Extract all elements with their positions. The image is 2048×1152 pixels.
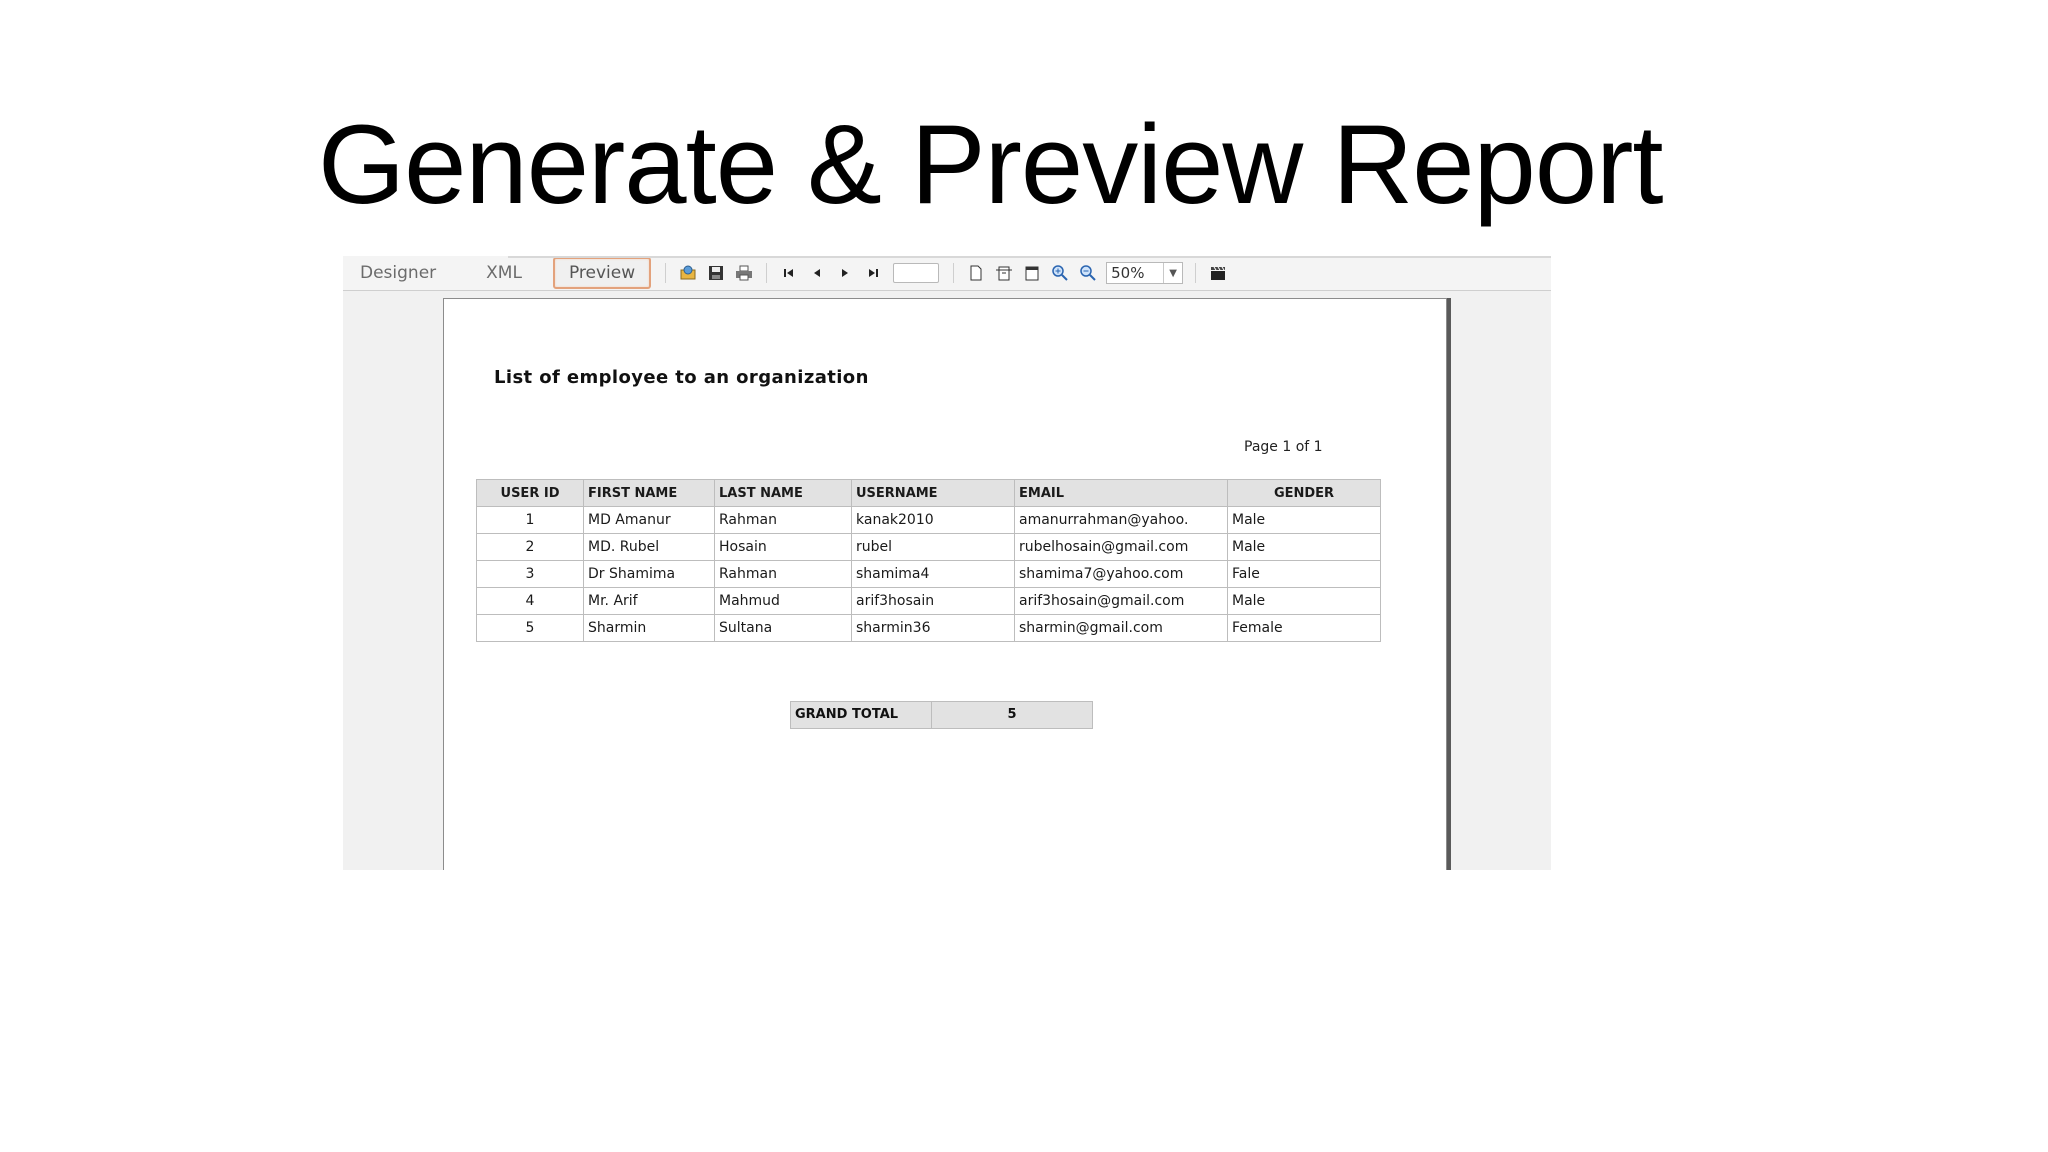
fit-width-icon[interactable] bbox=[993, 262, 1015, 284]
column-header: USERNAME bbox=[851, 479, 1015, 507]
table-cell: 4 bbox=[476, 587, 584, 615]
table-cell: rubel bbox=[851, 533, 1015, 561]
zoom-select[interactable]: 50% ▼ bbox=[1106, 262, 1184, 284]
table-cell: 3 bbox=[476, 560, 584, 588]
table-cell: Dr Shamima bbox=[583, 560, 715, 588]
tab-xml[interactable]: XML bbox=[471, 258, 537, 288]
zoom-out-icon[interactable] bbox=[1077, 262, 1099, 284]
table-cell: amanurrahman@yahoo. bbox=[1014, 506, 1228, 534]
page-number-input[interactable] bbox=[893, 263, 940, 283]
table-row: 5 Sharmin Sultana sharmin36 sharmin@gmai… bbox=[476, 614, 1381, 642]
toolbar-separator bbox=[1195, 263, 1197, 283]
tab-designer[interactable]: Designer bbox=[345, 258, 451, 288]
table-cell: 1 bbox=[476, 506, 584, 534]
table-cell: kanak2010 bbox=[851, 506, 1015, 534]
table-cell: sharmin@gmail.com bbox=[1014, 614, 1228, 642]
fit-page-icon[interactable] bbox=[1021, 262, 1043, 284]
table-cell: 5 bbox=[476, 614, 584, 642]
column-header: FIRST NAME bbox=[583, 479, 715, 507]
table-cell: MD Amanur bbox=[583, 506, 715, 534]
column-header: EMAIL bbox=[1014, 479, 1228, 507]
table-cell: shamima7@yahoo.com bbox=[1014, 560, 1228, 588]
table-cell: Sultana bbox=[714, 614, 852, 642]
table-row: 3 Dr Shamima Rahman shamima4 shamima7@ya… bbox=[476, 560, 1381, 588]
column-header: USER ID bbox=[476, 479, 584, 507]
table-row: 4 Mr. Arif Mahmud arif3hosain arif3hosai… bbox=[476, 587, 1381, 615]
toolbar-separator bbox=[766, 263, 768, 283]
grand-total-value: 5 bbox=[1007, 707, 1017, 722]
table-cell: sharmin36 bbox=[851, 614, 1015, 642]
table-cell: Sharmin bbox=[583, 614, 715, 642]
table-cell: arif3hosain@gmail.com bbox=[1014, 587, 1228, 615]
table-cell: Male bbox=[1227, 506, 1381, 534]
table-cell: rubelhosain@gmail.com bbox=[1014, 533, 1228, 561]
table-cell: Rahman bbox=[714, 560, 852, 588]
table-row: 2 MD. Rubel Hosain rubel rubelhosain@gma… bbox=[476, 533, 1381, 561]
table-cell: Fale bbox=[1227, 560, 1381, 588]
table-cell: Male bbox=[1227, 587, 1381, 615]
table-cell: Mr. Arif bbox=[583, 587, 715, 615]
grand-total: GRAND TOTAL 5 bbox=[790, 701, 1093, 729]
next-page-icon[interactable] bbox=[834, 262, 856, 284]
first-page-icon[interactable] bbox=[778, 262, 800, 284]
last-page-icon[interactable] bbox=[862, 262, 884, 284]
table-cell: arif3hosain bbox=[851, 587, 1015, 615]
chevron-down-icon[interactable]: ▼ bbox=[1163, 263, 1182, 283]
zoom-in-icon[interactable] bbox=[1049, 262, 1071, 284]
employee-table: USER ID FIRST NAME LAST NAME USERNAME EM… bbox=[476, 479, 1381, 642]
clapperboard-icon[interactable] bbox=[1207, 262, 1229, 284]
print-icon[interactable] bbox=[733, 262, 755, 284]
toolbar-separator bbox=[665, 263, 667, 283]
open-icon[interactable] bbox=[677, 262, 699, 284]
tab-preview[interactable]: Preview bbox=[552, 257, 652, 289]
table-header-row: USER ID FIRST NAME LAST NAME USERNAME EM… bbox=[476, 479, 1381, 507]
table-cell: Mahmud bbox=[714, 587, 852, 615]
actual-size-icon[interactable] bbox=[965, 262, 987, 284]
zoom-value: 50% bbox=[1111, 264, 1145, 282]
report-viewer-window: Designer XML Preview 50% ▼ List of emplo… bbox=[343, 256, 1551, 870]
toolbar-separator bbox=[953, 263, 955, 283]
column-header: LAST NAME bbox=[714, 479, 852, 507]
table-cell: MD. Rubel bbox=[583, 533, 715, 561]
previous-page-icon[interactable] bbox=[806, 262, 828, 284]
table-cell: 2 bbox=[476, 533, 584, 561]
slide-title: Generate & Preview Report bbox=[318, 102, 1664, 227]
table-cell: Rahman bbox=[714, 506, 852, 534]
column-header: GENDER bbox=[1227, 479, 1381, 507]
table-row: 1 MD Amanur Rahman kanak2010 amanurrahma… bbox=[476, 506, 1381, 534]
toolbar-top-border bbox=[508, 256, 1551, 258]
table-cell: shamima4 bbox=[851, 560, 1015, 588]
table-cell: Hosain bbox=[714, 533, 852, 561]
save-icon[interactable] bbox=[705, 262, 727, 284]
grand-total-label: GRAND TOTAL bbox=[791, 702, 932, 728]
table-cell: Male bbox=[1227, 533, 1381, 561]
report-page: List of employee to an organization Page… bbox=[443, 298, 1447, 870]
report-title: List of employee to an organization bbox=[494, 367, 869, 388]
table-cell: Female bbox=[1227, 614, 1381, 642]
toolbar: Designer XML Preview 50% ▼ bbox=[343, 256, 1551, 291]
page-indicator: Page 1 of 1 bbox=[1244, 439, 1323, 455]
